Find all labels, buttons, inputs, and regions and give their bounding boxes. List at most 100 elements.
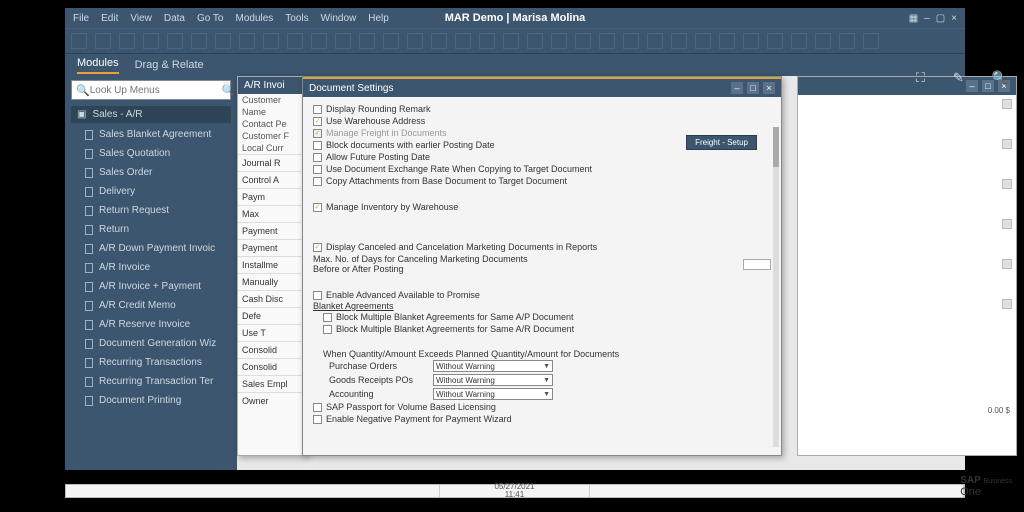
sidebar-category[interactable]: ▣ Sales - A/R (71, 106, 231, 123)
sidebar-item[interactable]: Return (71, 220, 231, 239)
checkbox[interactable] (323, 325, 332, 334)
checkbox[interactable] (313, 165, 322, 174)
checkbox[interactable] (313, 243, 322, 252)
sidebar-item[interactable]: A/R Down Payment Invoic (71, 239, 231, 258)
grid-icon[interactable]: ▦ (909, 13, 918, 24)
tb-icon[interactable] (479, 33, 495, 49)
sidebar-item[interactable]: Recurring Transaction Ter (71, 372, 231, 391)
maximize-icon[interactable]: □ (747, 82, 759, 94)
tb-icon[interactable] (287, 33, 303, 49)
tb-icon[interactable] (815, 33, 831, 49)
menu-help[interactable]: Help (368, 13, 389, 24)
checkbox[interactable] (323, 313, 332, 322)
sidebar-item[interactable]: Sales Order (71, 163, 231, 182)
checkbox[interactable] (313, 415, 322, 424)
sidebar-item[interactable]: Recurring Transactions (71, 353, 231, 372)
app-window: File Edit View Data Go To Modules Tools … (65, 8, 965, 470)
tb-icon[interactable] (527, 33, 543, 49)
tb-icon[interactable] (71, 33, 87, 49)
tab-drag-relate[interactable]: Drag & Relate (135, 59, 204, 71)
dropdown[interactable]: Without Warning▼ (433, 360, 553, 372)
sidebar-item[interactable]: Document Generation Wiz (71, 334, 231, 353)
tb-icon[interactable] (767, 33, 783, 49)
minimize-icon[interactable]: – (731, 82, 743, 94)
hamburger-icon[interactable]: ≡ (223, 78, 230, 92)
tb-icon[interactable] (191, 33, 207, 49)
checkbox[interactable] (313, 203, 322, 212)
close-icon[interactable]: × (951, 13, 957, 24)
field-label: Contact Pe (238, 118, 306, 130)
tb-icon[interactable] (383, 33, 399, 49)
tb-icon[interactable] (431, 33, 447, 49)
tb-icon[interactable] (743, 33, 759, 49)
freight-setup-button[interactable]: Freight - Setup (686, 135, 757, 150)
checkbox[interactable] (313, 105, 322, 114)
tb-icon[interactable] (647, 33, 663, 49)
tb-icon[interactable] (503, 33, 519, 49)
dropdown[interactable]: Without Warning▼ (433, 374, 553, 386)
menu-data[interactable]: Data (164, 13, 185, 24)
window-title[interactable]: Document Settings – □ × (303, 77, 781, 97)
document-icon (85, 206, 93, 216)
tb-icon[interactable] (623, 33, 639, 49)
tb-icon[interactable] (791, 33, 807, 49)
checkbox[interactable] (313, 403, 322, 412)
tab-modules[interactable]: Modules (77, 57, 119, 74)
search-box[interactable]: 🔍 🔍 (71, 80, 231, 100)
edit-icon[interactable]: ✎ (953, 70, 964, 86)
tb-icon[interactable] (359, 33, 375, 49)
menu-tools[interactable]: Tools (285, 13, 308, 24)
checkbox[interactable] (313, 117, 322, 126)
tb-icon[interactable] (455, 33, 471, 49)
minimize-icon[interactable]: – (924, 13, 930, 24)
document-icon (85, 301, 93, 311)
dropdown[interactable]: Without Warning▼ (433, 388, 553, 400)
sidebar-item[interactable]: A/R Invoice + Payment (71, 277, 231, 296)
sidebar-item[interactable]: Delivery (71, 182, 231, 201)
tb-icon[interactable] (335, 33, 351, 49)
scrollbar[interactable] (773, 127, 779, 447)
tb-icon[interactable] (143, 33, 159, 49)
menu-view[interactable]: View (130, 13, 152, 24)
tb-icon[interactable] (263, 33, 279, 49)
max-days-input[interactable] (743, 259, 771, 270)
tb-icon[interactable] (239, 33, 255, 49)
document-icon (85, 225, 93, 235)
sidebar-item[interactable]: A/R Credit Memo (71, 296, 231, 315)
tb-icon[interactable] (95, 33, 111, 49)
tb-icon[interactable] (311, 33, 327, 49)
sidebar-item[interactable]: Sales Blanket Agreement (71, 125, 231, 144)
screenshot-icon[interactable]: ⛶ (916, 70, 925, 86)
close-icon[interactable]: × (763, 82, 775, 94)
sidebar-item[interactable]: Document Printing (71, 391, 231, 410)
checkbox[interactable] (313, 141, 322, 150)
checkbox[interactable] (313, 153, 322, 162)
menu-file[interactable]: File (73, 13, 89, 24)
tb-icon[interactable] (695, 33, 711, 49)
search-input[interactable] (90, 85, 222, 96)
tb-icon[interactable] (599, 33, 615, 49)
sidebar-item[interactable]: Sales Quotation (71, 144, 231, 163)
tb-icon[interactable] (575, 33, 591, 49)
tb-icon[interactable] (119, 33, 135, 49)
tb-icon[interactable] (167, 33, 183, 49)
tb-icon[interactable] (671, 33, 687, 49)
tb-icon[interactable] (719, 33, 735, 49)
menu-modules[interactable]: Modules (235, 13, 273, 24)
tb-icon[interactable] (407, 33, 423, 49)
tb-icon[interactable] (839, 33, 855, 49)
tb-icon[interactable] (551, 33, 567, 49)
sidebar-item[interactable]: A/R Reserve Invoice (71, 315, 231, 334)
menu-goto[interactable]: Go To (197, 13, 224, 24)
checkbox[interactable] (313, 291, 322, 300)
menu-edit[interactable]: Edit (101, 13, 118, 24)
scrollbar-thumb[interactable] (773, 127, 779, 167)
checkbox[interactable] (313, 177, 322, 186)
menu-window[interactable]: Window (321, 13, 357, 24)
tb-icon[interactable] (863, 33, 879, 49)
tb-icon[interactable] (215, 33, 231, 49)
restore-icon[interactable]: ▢ (936, 13, 945, 24)
search-icon[interactable]: 🔍 (992, 70, 1008, 86)
sidebar-item[interactable]: A/R Invoice (71, 258, 231, 277)
sidebar-item[interactable]: Return Request (71, 201, 231, 220)
